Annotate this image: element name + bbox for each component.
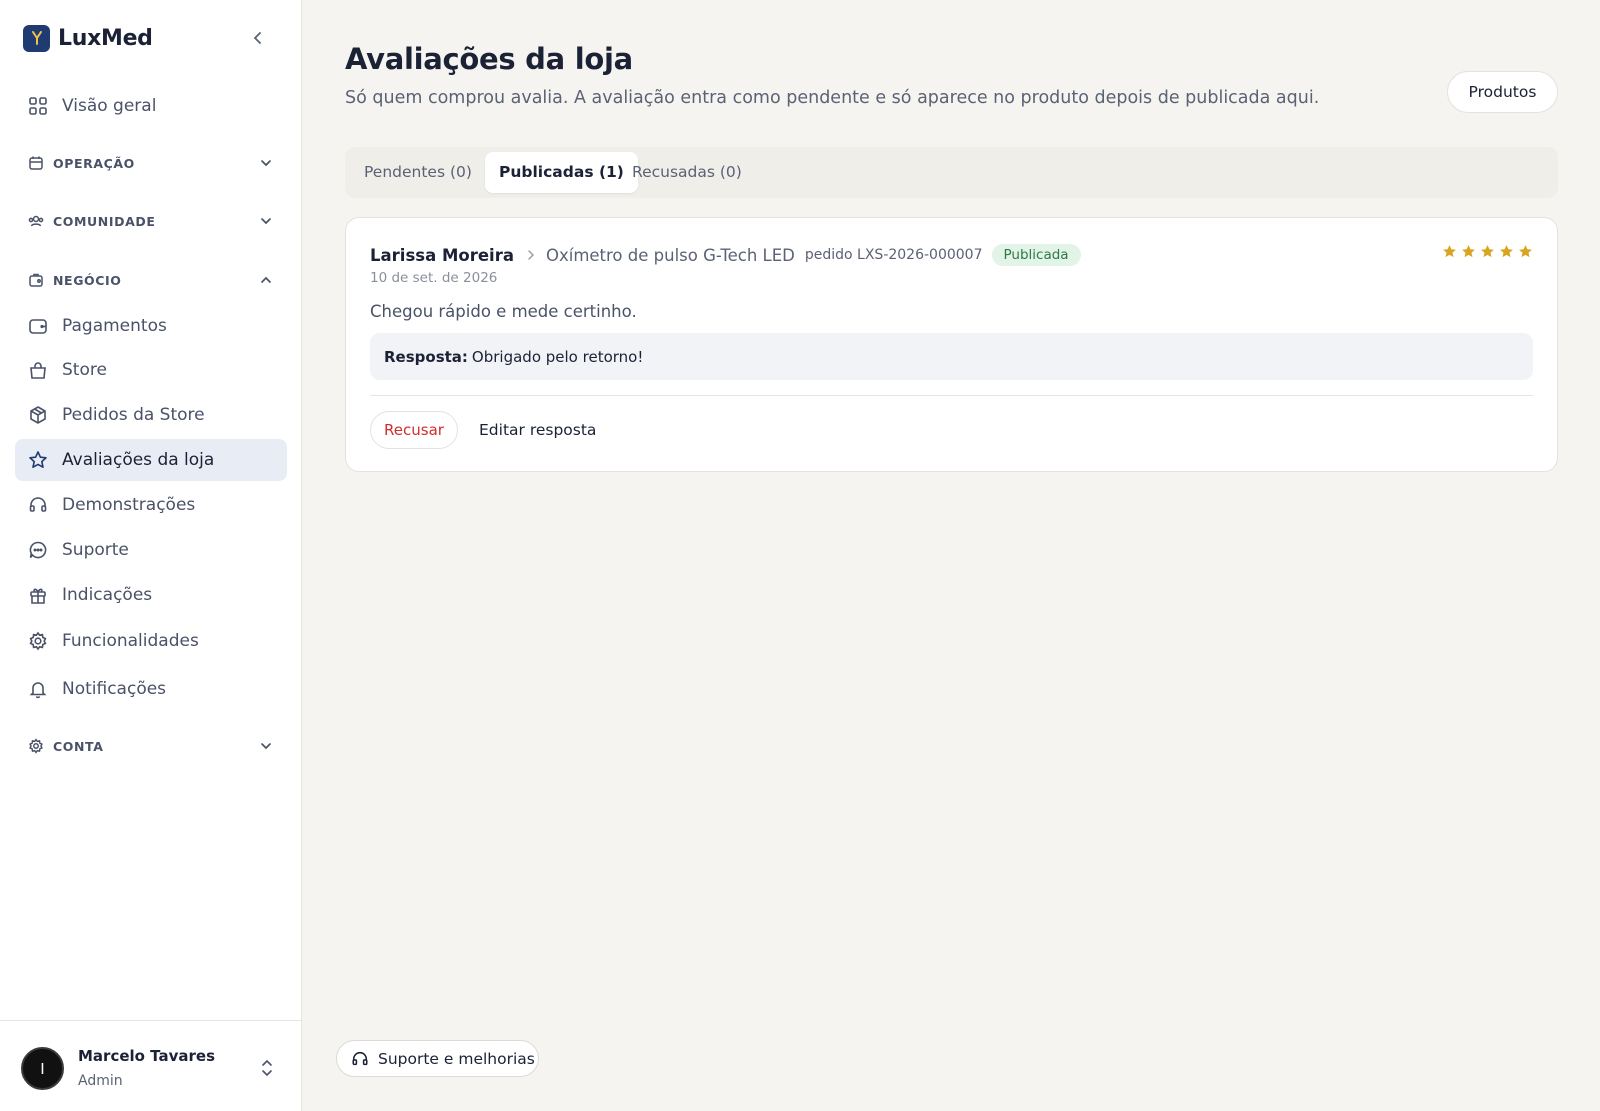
- brand[interactable]: LuxMed: [23, 24, 153, 52]
- sidebar-item-demonstracoes[interactable]: Demonstrações: [15, 484, 287, 526]
- sidebar-item-avaliacoes-da-loja[interactable]: Avaliações da loja: [15, 439, 287, 481]
- sidebar-item-label: Pagamentos: [62, 316, 167, 336]
- page-title: Avaliações da loja: [345, 42, 633, 76]
- tab-publicadas[interactable]: Publicadas (1): [485, 152, 638, 193]
- sidebar-item-funcionalidades[interactable]: Funcionalidades: [15, 620, 287, 662]
- review-product-link[interactable]: Oxímetro de pulso G-Tech LED: [546, 246, 795, 265]
- chevron-left-icon: [253, 32, 261, 44]
- sidebar-item-pedidos-da-store[interactable]: Pedidos da Store: [15, 394, 287, 436]
- review-tabs: Pendentes (0) Publicadas (1) Recusadas (…: [345, 147, 1558, 198]
- sidebar-item-notificacoes[interactable]: Notificações: [15, 668, 287, 710]
- bag-icon: [30, 362, 46, 379]
- section-conta[interactable]: CONTA: [15, 731, 287, 761]
- avatar: I: [21, 1047, 64, 1090]
- chevron-down-icon: [261, 218, 271, 225]
- logo-icon: [23, 24, 50, 52]
- chat-icon: [29, 541, 47, 559]
- review-reply: Resposta: Obrigado pelo retorno!: [370, 333, 1533, 380]
- sidebar-item-label: Funcionalidades: [62, 631, 199, 651]
- gear-icon: [29, 738, 43, 754]
- chevron-down-icon: [261, 160, 271, 167]
- user-name: Marcelo Tavares: [78, 1047, 215, 1065]
- chevron-down-icon: [261, 743, 271, 750]
- star-filled-icon: [1519, 245, 1532, 258]
- star-filled-icon: [1462, 245, 1475, 258]
- section-label: OPERAÇÃO: [53, 155, 135, 171]
- grid-icon: [29, 97, 47, 115]
- tab-recusadas[interactable]: Recusadas (0): [618, 152, 756, 193]
- sidebar-item-pagamentos[interactable]: Pagamentos: [15, 305, 287, 347]
- brand-name: LuxMed: [58, 25, 153, 51]
- reply-label: Resposta:: [384, 347, 468, 366]
- star-filled-icon: [1481, 245, 1494, 258]
- users-icon: [28, 215, 44, 227]
- headset-icon: [29, 497, 47, 512]
- user-role: Admin: [78, 1073, 123, 1089]
- sidebar-item-label: Indicações: [62, 585, 153, 605]
- review-header: Larissa Moreira Oxímetro de pulso G-Tech…: [370, 244, 1081, 266]
- chevron-right-icon: [526, 249, 536, 261]
- review-author: Larissa Moreira: [370, 245, 514, 265]
- sidebar-item-suporte[interactable]: Suporte: [15, 529, 287, 571]
- gift-icon: [30, 588, 46, 604]
- box-icon: [30, 406, 46, 424]
- star-filled-icon: [1500, 245, 1513, 258]
- tab-pendentes[interactable]: Pendentes (0): [350, 152, 486, 193]
- section-label: NEGÓCIO: [53, 272, 122, 288]
- section-label: CONTA: [53, 738, 104, 754]
- review-order: pedido LXS-2026-000007: [804, 247, 983, 263]
- star-icon: [29, 451, 47, 468]
- sidebar-item-label: Suporte: [62, 540, 129, 560]
- wallet-icon: [29, 319, 47, 334]
- produtos-button[interactable]: Produtos: [1447, 71, 1558, 113]
- sidebar-item-label: Avaliações da loja: [62, 450, 215, 470]
- section-operacao[interactable]: OPERAÇÃO: [15, 148, 287, 178]
- gear-icon: [29, 631, 47, 651]
- review-body: Chegou rápido e mede certinho.: [370, 302, 637, 321]
- headset-icon: [352, 1051, 368, 1065]
- reject-button[interactable]: Recusar: [370, 411, 458, 449]
- calendar-icon: [29, 156, 43, 170]
- collapse-sidebar-button[interactable]: [248, 28, 268, 48]
- page-subtitle: Só quem comprou avalia. A avaliação entr…: [345, 88, 1320, 108]
- star-filled-icon: [1443, 245, 1456, 258]
- sidebar: LuxMed Visão geral OPERAÇÃO COMUNIDADE N…: [0, 0, 302, 1111]
- user-menu[interactable]: I Marcelo Tavares Admin: [0, 1020, 302, 1111]
- sidebar-item-indicacoes[interactable]: Indicações: [15, 574, 287, 616]
- review-date: 10 de set. de 2026: [370, 270, 498, 286]
- status-badge: Publicada: [991, 244, 1081, 266]
- star-rating: [1442, 244, 1533, 259]
- sidebar-item-label: Pedidos da Store: [62, 405, 205, 425]
- divider: [370, 395, 1533, 396]
- bell-icon: [29, 682, 47, 699]
- section-label: COMUNIDADE: [53, 213, 156, 229]
- reply-text: Obrigado pelo retorno!: [471, 347, 644, 366]
- sidebar-item-label: Visão geral: [62, 96, 157, 116]
- section-comunidade[interactable]: COMUNIDADE: [15, 206, 287, 236]
- briefcase-icon: [29, 273, 43, 287]
- section-negocio[interactable]: NEGÓCIO: [15, 265, 287, 295]
- edit-reply-button[interactable]: Editar resposta: [477, 411, 598, 449]
- sidebar-item-label: Store: [62, 360, 107, 380]
- chevron-up-icon: [261, 276, 271, 283]
- sidebar-item-label: Demonstrações: [62, 495, 196, 515]
- sidebar-item-visao-geral[interactable]: Visão geral: [15, 85, 287, 127]
- sidebar-item-label: Notificações: [62, 679, 167, 699]
- review-card: Larissa Moreira Oxímetro de pulso G-Tech…: [345, 217, 1558, 472]
- chevron-up-down-icon[interactable]: [258, 1057, 276, 1079]
- sidebar-item-store[interactable]: Store: [15, 349, 287, 391]
- support-feedback-button[interactable]: Suporte e melhorias: [336, 1040, 539, 1077]
- support-button-label: Suporte e melhorias: [378, 1049, 535, 1068]
